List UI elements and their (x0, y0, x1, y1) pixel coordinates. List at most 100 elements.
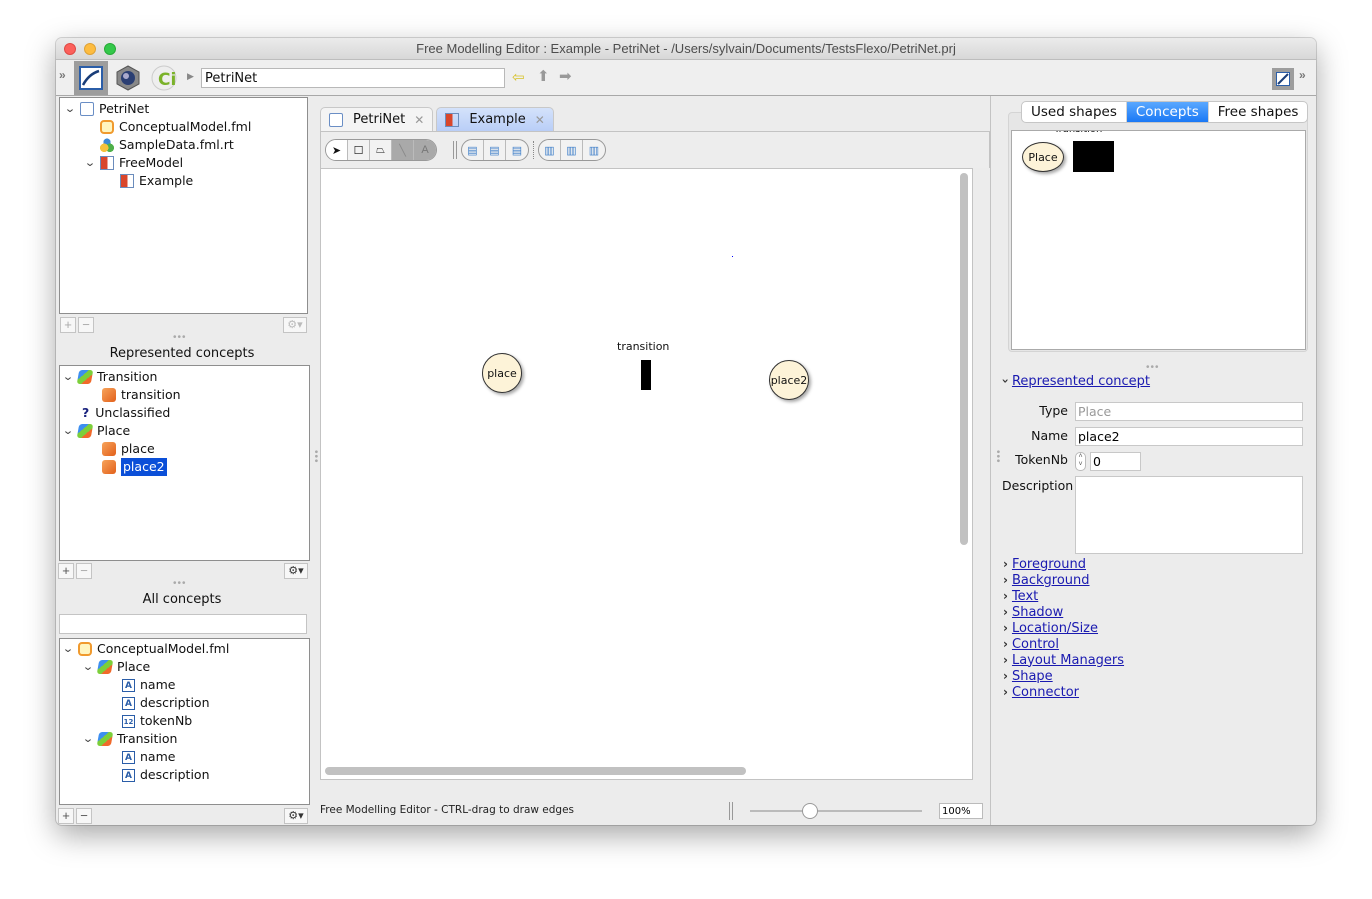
align-left-icon[interactable]: ▤ (462, 140, 484, 160)
tree-item-attribute[interactable]: Aname (122, 676, 175, 694)
inspector-section-connector[interactable]: › Connector (1003, 684, 1079, 700)
gear-menu-icon[interactable]: ⚙▾ (284, 563, 308, 579)
add-button[interactable]: + (60, 317, 76, 333)
gear-menu-icon[interactable]: ⚙▾ (283, 317, 307, 333)
tab-concepts[interactable]: Concepts (1126, 102, 1209, 122)
transition-node[interactable] (641, 360, 651, 390)
concepts-search-input[interactable] (59, 614, 307, 634)
horizontal-scrollbar[interactable] (325, 767, 746, 775)
tree-item-example[interactable]: Example (120, 172, 193, 190)
represented-concept-section[interactable]: › Represented concept (998, 373, 1150, 389)
section-link[interactable]: Background (1012, 573, 1090, 588)
select-tool-icon[interactable]: ➤ (326, 140, 348, 160)
close-tab-icon[interactable]: ✕ (535, 113, 545, 127)
expand-chevron-icon[interactable]: ⌄ (60, 640, 76, 658)
collapse-chevrons-icon[interactable]: » (1299, 69, 1306, 81)
section-link[interactable]: Control (1012, 637, 1059, 652)
zoom-slider[interactable] (750, 803, 922, 819)
tree-item-place-instance[interactable]: place (102, 440, 155, 458)
inspector-section-background[interactable]: › Background (1003, 572, 1090, 588)
tree-item-place2-instance[interactable]: place2 (102, 458, 167, 476)
zoom-window-button[interactable] (104, 43, 116, 55)
remove-button[interactable]: − (76, 808, 92, 824)
text-tool-icon[interactable]: A (414, 140, 436, 160)
rectangle-tool-icon[interactable]: ☐ (348, 140, 370, 160)
right-splitter-handle[interactable]: ••• (992, 450, 1003, 464)
zoom-slider-knob[interactable] (802, 803, 819, 819)
section-link[interactable]: Shape (1012, 669, 1053, 684)
place2-node[interactable]: place2 (769, 360, 809, 400)
splitter-handle[interactable]: ••• (1146, 362, 1160, 373)
expand-chevron-icon[interactable]: ⌄ (60, 368, 76, 386)
section-link[interactable]: Shadow (1012, 605, 1063, 620)
expand-chevron-icon[interactable]: ⌄ (62, 100, 78, 118)
tree-item-free-model[interactable]: ⌄ FreeModel (84, 154, 183, 172)
tab-petrinet[interactable]: PetriNet ✕ (320, 107, 434, 131)
expand-chevron-icon[interactable]: ⌄ (82, 154, 98, 172)
place-node[interactable]: place (482, 353, 522, 393)
splitter-handle[interactable]: ••• (173, 578, 187, 589)
inspector-section-text[interactable]: › Text (1003, 588, 1038, 604)
diagram-canvas[interactable]: place transition place2 (320, 168, 973, 780)
section-link[interactable]: Text (1012, 589, 1038, 604)
expand-chevron-icon[interactable]: ⌄ (80, 658, 96, 676)
inspector-section-shape[interactable]: › Shape (1003, 668, 1053, 684)
add-button[interactable]: + (58, 563, 74, 579)
tree-item-transition-concept[interactable]: ⌄ Transition (82, 730, 177, 748)
zoom-input[interactable] (939, 803, 983, 819)
splitter-handle[interactable]: ••• (173, 332, 187, 343)
tree-item-attribute[interactable]: Adescription (122, 766, 210, 784)
perspective-chevron-icon[interactable]: » (59, 69, 66, 81)
close-window-button[interactable] (64, 43, 76, 55)
inspector-section-shadow[interactable]: › Shadow (1003, 604, 1063, 620)
align-center-icon[interactable]: ▤ (484, 140, 506, 160)
forward-arrow-icon[interactable]: ➡ (559, 67, 572, 85)
align-right-icon[interactable]: ▤ (506, 140, 528, 160)
palette-item-place[interactable]: Place (1022, 142, 1064, 172)
inspector-section-control[interactable]: › Control (1003, 636, 1059, 652)
tokennb-field[interactable] (1090, 452, 1141, 471)
section-link[interactable]: Layout Managers (1012, 653, 1124, 668)
tree-item-transition-instance[interactable]: transition (102, 386, 181, 404)
tree-item-petrinet[interactable]: ⌄ PetriNet (64, 100, 149, 118)
up-arrow-icon[interactable]: ⬆ (537, 67, 550, 85)
fml-perspective-icon[interactable] (74, 61, 108, 95)
inspector-section-foreground[interactable]: › Foreground (1003, 556, 1086, 572)
tab-free-shapes[interactable]: Free shapes (1209, 102, 1308, 122)
technology-icon[interactable] (112, 62, 144, 94)
tree-item-transition-concept[interactable]: ⌄ Transition (62, 368, 157, 386)
shape-tool-icon[interactable]: ⏢ (370, 140, 392, 160)
section-link[interactable]: Location/Size (1012, 621, 1098, 636)
back-arrow-icon[interactable]: ⇦ (512, 68, 525, 86)
tree-item-attribute[interactable]: Aname (122, 748, 175, 766)
inspector-section-layout-managers[interactable]: › Layout Managers (1003, 652, 1124, 668)
breadcrumb-path-input[interactable] (201, 68, 505, 88)
close-tab-icon[interactable]: ✕ (414, 113, 424, 127)
inspector-section-location-size[interactable]: › Location/Size (1003, 620, 1098, 636)
expand-chevron-icon[interactable]: ⌄ (80, 730, 96, 748)
align-top-icon[interactable]: ▥ (539, 140, 561, 160)
description-field[interactable] (1075, 476, 1303, 554)
tokennb-stepper[interactable]: ˄ ˅ (1075, 452, 1086, 471)
section-link[interactable]: Connector (1012, 685, 1079, 700)
tree-item-conceptual-model[interactable]: ⌄ ConceptualModel.fml (62, 640, 229, 658)
expand-chevron-icon[interactable]: ⌄ (60, 422, 76, 440)
free-model-perspective-icon[interactable]: Ci (148, 62, 180, 94)
tree-item-place-concept[interactable]: ⌄ Place (82, 658, 150, 676)
connector-tool-icon[interactable]: ╲ (392, 140, 414, 160)
tab-example[interactable]: Example ✕ (436, 107, 554, 131)
name-field[interactable] (1075, 427, 1303, 446)
align-middle-icon[interactable]: ▥ (561, 140, 583, 160)
tree-item-place-concept[interactable]: ⌄ Place (62, 422, 130, 440)
tree-item-unclassified[interactable]: ? Unclassified (82, 404, 170, 422)
section-link[interactable]: Foreground (1012, 557, 1086, 572)
remove-button[interactable]: − (76, 563, 92, 579)
add-button[interactable]: + (58, 808, 74, 824)
tree-item-attribute[interactable]: Adescription (122, 694, 210, 712)
gear-menu-icon[interactable]: ⚙▾ (284, 808, 308, 824)
vertical-scrollbar[interactable] (960, 173, 968, 545)
align-bottom-icon[interactable]: ▥ (583, 140, 605, 160)
palette-item-transition[interactable] (1073, 141, 1114, 172)
tree-item-attribute[interactable]: 12 tokenNb (122, 712, 192, 730)
tab-used-shapes[interactable]: Used shapes (1022, 102, 1127, 122)
